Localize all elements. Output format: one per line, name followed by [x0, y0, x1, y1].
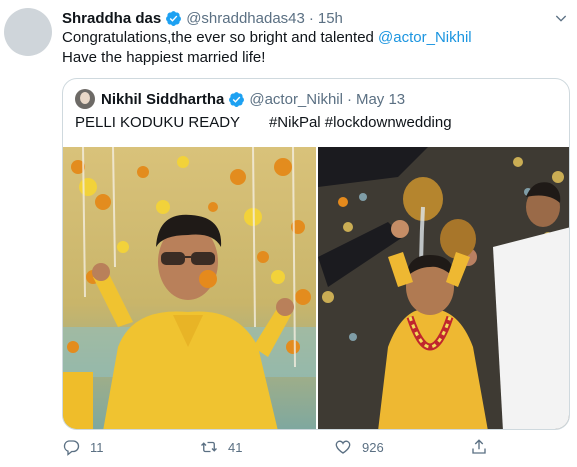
reply-button[interactable]: 11	[62, 438, 104, 456]
author-name[interactable]: Shraddha das	[62, 10, 161, 27]
quoted-author-avatar[interactable]	[75, 89, 95, 109]
tweet-text: Congratulations,the ever so bright and t…	[62, 28, 567, 68]
share-icon	[472, 439, 486, 454]
separator-dot: ·	[308, 9, 314, 27]
like-count: 926	[362, 439, 384, 455]
quoted-author-handle[interactable]: @actor_Nikhil	[249, 91, 343, 108]
author-avatar[interactable]	[4, 8, 52, 56]
share-button[interactable]	[470, 438, 498, 456]
like-button[interactable]: 926	[334, 438, 384, 456]
quoted-tweet-header: Nikhil Siddhartha @actor_Nikhil · May 13	[75, 89, 405, 109]
retweet-button[interactable]: 41	[200, 438, 242, 456]
caret-down-icon[interactable]	[553, 10, 569, 26]
verified-badge-icon	[229, 91, 245, 107]
wedding-photo-right[interactable]	[318, 147, 569, 429]
quoted-author-name[interactable]: Nikhil Siddhartha	[101, 91, 224, 108]
media-grid	[63, 147, 569, 429]
tweet-actions: 11 41 926	[62, 438, 492, 462]
tweet-time[interactable]: 15h	[318, 10, 343, 27]
quoted-tweet-date[interactable]: May 13	[356, 91, 405, 108]
author-handle[interactable]: @shraddhadas43	[186, 10, 305, 27]
retweet-count: 41	[228, 439, 243, 455]
quoted-tweet-text: PELLI KODUKU READY #NikPal #lockdownwedd…	[75, 114, 452, 131]
reply-count: 11	[90, 439, 104, 455]
verified-badge-icon	[166, 10, 182, 26]
separator-dot: ·	[346, 90, 352, 108]
wedding-photo-left[interactable]	[63, 147, 316, 429]
tweet-mention-link[interactable]: @actor_Nikhil	[378, 29, 472, 46]
reply-icon	[63, 440, 80, 456]
quoted-tweet[interactable]: Nikhil Siddhartha @actor_Nikhil · May 13…	[62, 78, 570, 430]
retweet-icon	[201, 441, 217, 453]
tweet-text-line2: Have the happiest married life!	[62, 49, 266, 66]
like-icon	[335, 440, 351, 454]
tweet-header: Shraddha das @shraddhadas43 · 15h	[62, 8, 343, 28]
tweet-text-line1: Congratulations,the ever so bright and t…	[62, 29, 379, 46]
